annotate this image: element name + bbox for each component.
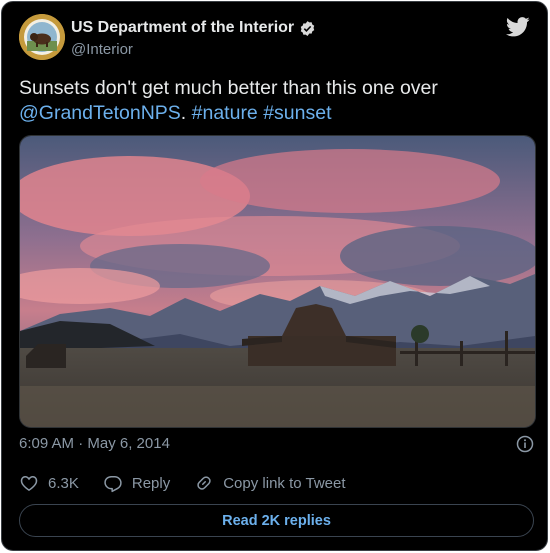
reply-label: Reply [131, 474, 171, 492]
display-name[interactable]: US Department of the Interior [71, 19, 294, 37]
action-bar: 6.3K Reply Copy link to Tweet [19, 473, 370, 493]
doi-seal-icon [19, 14, 65, 60]
avatar[interactable] [19, 14, 65, 60]
mention-link[interactable]: @GrandTetonNPS [19, 102, 181, 124]
copy-link-button[interactable]: Copy link to Tweet [194, 473, 346, 493]
like-button[interactable]: 6.3K [19, 473, 79, 493]
author-name-row[interactable]: US Department of the Interior [71, 19, 316, 37]
tweet-card: US Department of the Interior @Interior … [1, 1, 548, 551]
hashtag-nature-link[interactable]: #nature [192, 102, 258, 124]
timestamp[interactable]: 6:09 AM · May 6, 2014 [19, 435, 170, 452]
sunset-barn-photo [20, 136, 535, 427]
timestamp-row: 6:09 AM · May 6, 2014 [19, 435, 534, 455]
heart-icon [20, 475, 38, 491]
reply-icon [104, 476, 122, 493]
tweet-text-separator: . [180, 102, 187, 124]
reply-button[interactable]: Reply [103, 473, 170, 493]
hashtag-sunset-link[interactable]: #sunset [263, 102, 331, 124]
verified-badge-icon [299, 20, 316, 37]
handle[interactable]: @Interior [71, 41, 133, 58]
tweet-text: Sunsets don't get much better than this … [19, 76, 531, 126]
info-icon[interactable] [516, 435, 534, 453]
tweet-text-start: Sunsets don't get much better than this … [19, 77, 438, 99]
tweet-photo[interactable] [19, 135, 536, 428]
like-count: 6.3K [48, 474, 79, 492]
copy-link-label: Copy link to Tweet [223, 474, 346, 492]
twitter-bird-icon[interactable] [505, 17, 530, 37]
read-replies-button[interactable]: Read 2K replies [19, 504, 534, 537]
link-icon [197, 476, 211, 490]
